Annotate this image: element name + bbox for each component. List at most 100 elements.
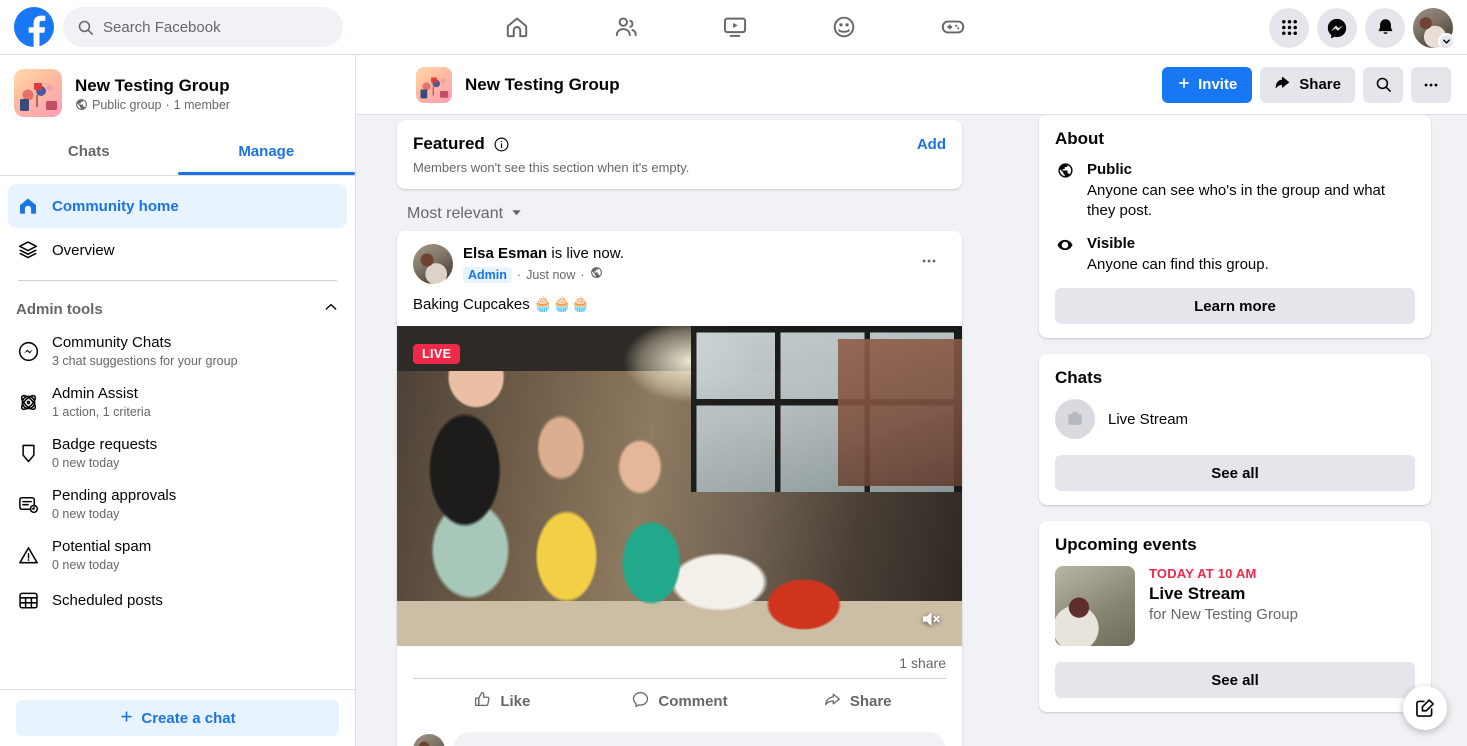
- topbar-nav: [462, 0, 1008, 54]
- invite-button[interactable]: Invite: [1162, 66, 1253, 103]
- calendar-grid-icon: [16, 588, 40, 612]
- admin-tools-label: Admin tools: [16, 301, 103, 318]
- sidebar-item-overview[interactable]: Overview: [8, 228, 347, 272]
- comment-avatar: [413, 734, 445, 746]
- sidebar-group-header[interactable]: New Testing Group Public group · 1 membe…: [0, 55, 355, 128]
- event-list-item[interactable]: TODAY AT 10 AM Live Stream for New Testi…: [1055, 566, 1415, 646]
- thumbs-up-icon: [473, 690, 492, 713]
- messenger-icon: [16, 340, 40, 364]
- share-arrow-icon: [1274, 74, 1291, 95]
- nav-gaming[interactable]: [899, 0, 1008, 54]
- sidebar-item-sub: 1 action, 1 criteria: [52, 405, 151, 419]
- events-title: Upcoming events: [1055, 535, 1197, 554]
- nav-marketplace[interactable]: [790, 0, 899, 54]
- sidebar-item-community-chats[interactable]: Community Chats 3 chat suggestions for y…: [8, 326, 347, 377]
- menu-grid-button[interactable]: [1269, 7, 1309, 48]
- group-more-button[interactable]: [1411, 66, 1451, 103]
- about-row-visible: Visible Anyone can find this group.: [1055, 234, 1415, 275]
- sidebar-item-badge-requests[interactable]: Badge requests 0 new today: [8, 428, 347, 479]
- approval-icon: [16, 493, 40, 517]
- notifications-button[interactable]: [1365, 7, 1405, 48]
- chat-list-item[interactable]: Live Stream: [1055, 399, 1415, 439]
- admin-badge: Admin: [463, 267, 512, 283]
- share-button[interactable]: Share: [1260, 66, 1355, 103]
- learn-more-button[interactable]: Learn more: [1055, 288, 1415, 324]
- compose-fab-button[interactable]: [1403, 686, 1447, 730]
- sidebar-item-label: Community Chats: [52, 334, 172, 351]
- ellipsis-icon: [922, 259, 936, 263]
- post-timestamp[interactable]: Just now: [526, 268, 575, 282]
- chat-placeholder-icon: [1055, 399, 1095, 439]
- featured-add-link[interactable]: Add: [917, 136, 946, 153]
- ellipsis-icon: [1424, 83, 1438, 86]
- gaming-icon: [942, 20, 965, 34]
- info-circle-icon[interactable]: [493, 136, 510, 153]
- featured-subtitle: Members won't see this section when it's…: [413, 160, 690, 175]
- event-group: for New Testing Group: [1149, 606, 1298, 623]
- sidebar-item-admin-assist[interactable]: Admin Assist 1 action, 1 criteria: [8, 377, 347, 428]
- friends-icon: [615, 17, 637, 37]
- nav-friends[interactable]: [571, 0, 680, 54]
- nav-video[interactable]: [680, 0, 789, 54]
- comment-bubble-icon: [631, 690, 650, 713]
- like-button[interactable]: Like: [413, 683, 591, 719]
- comment-input[interactable]: [453, 732, 946, 746]
- sidebar-item-text: Pending approvals 0 new today: [52, 486, 176, 523]
- sidebar-item-text: Admin Assist 1 action, 1 criteria: [52, 384, 151, 421]
- post-dot-1: ·: [516, 268, 522, 282]
- group-search-button[interactable]: [1363, 66, 1403, 103]
- post-body-text: Baking Cupcakes 🧁🧁🧁: [413, 296, 590, 313]
- create-chat-button[interactable]: Create a chat: [16, 700, 339, 736]
- sidebar-item-label: Badge requests: [52, 436, 158, 453]
- search-icon: [1376, 77, 1391, 92]
- nav-home[interactable]: [462, 0, 571, 54]
- sidebar-item-text: Community Chats 3 chat suggestions for y…: [52, 333, 238, 370]
- post-action-text: is live now.: [547, 245, 624, 262]
- feed-sorter[interactable]: Most relevant: [407, 205, 522, 223]
- post-more-button[interactable]: [912, 244, 946, 278]
- tab-chats[interactable]: Chats: [0, 128, 178, 175]
- sidebar-item-label: Pending approvals: [52, 487, 177, 504]
- group-header-actions: Invite Share: [1162, 66, 1451, 103]
- chats-title: Chats: [1055, 368, 1103, 387]
- search-input[interactable]: Search Facebook: [63, 7, 343, 47]
- facebook-logo-icon[interactable]: [14, 7, 54, 47]
- post-author-meta: Elsa Esman is live now. Admin · Just now…: [463, 244, 912, 284]
- event-name: Live Stream: [1149, 584, 1246, 603]
- right-rail: About Public Anyone can see who's in the…: [1003, 115, 1467, 746]
- about-heading: Public: [1087, 161, 1133, 178]
- post-author-avatar[interactable]: [413, 244, 453, 284]
- sidebar-tabs: Chats Manage: [0, 128, 355, 176]
- chats-see-all-button[interactable]: See all: [1055, 455, 1415, 491]
- sidebar-item-sub: 3 chat suggestions for your group: [52, 354, 238, 368]
- share-post-button[interactable]: Share: [768, 683, 946, 719]
- sidebar-item-pending-approvals[interactable]: Pending approvals 0 new today: [8, 479, 347, 530]
- group-meta: Public group · 1 member: [75, 98, 230, 112]
- post-dot-2: ·: [580, 268, 585, 282]
- sidebar-item-potential-spam[interactable]: Potential spam 0 new today: [8, 530, 347, 581]
- about-heading: Visible: [1087, 235, 1136, 252]
- post-video[interactable]: LIVE: [397, 326, 962, 646]
- messenger-button[interactable]: [1317, 7, 1357, 48]
- comment-button[interactable]: Comment: [591, 683, 769, 719]
- post-submeta: Admin · Just now ·: [463, 266, 912, 284]
- left-sidebar: New Testing Group Public group · 1 membe…: [0, 55, 356, 746]
- video-mute-button[interactable]: [916, 604, 946, 634]
- sidebar-item-label: Community home: [52, 197, 179, 215]
- tab-manage[interactable]: Manage: [177, 128, 356, 175]
- group-header-avatar[interactable]: [416, 66, 452, 103]
- sidebar-item-scheduled-posts[interactable]: Scheduled posts: [8, 581, 347, 619]
- post-action-row: Like Comment Share: [413, 678, 946, 723]
- events-see-all-button[interactable]: See all: [1055, 662, 1415, 698]
- sidebar-item-community-home[interactable]: Community home: [8, 184, 347, 228]
- account-avatar[interactable]: [1413, 7, 1455, 50]
- sidebar-item-label: Scheduled posts: [52, 591, 163, 609]
- badge-icon: [16, 442, 40, 466]
- video-icon: [723, 17, 747, 37]
- admin-tools-section-header[interactable]: Admin tools: [8, 289, 347, 326]
- home-icon: [16, 194, 40, 218]
- gear-atom-icon: [16, 391, 40, 415]
- post-author-name[interactable]: Elsa Esman: [463, 245, 547, 262]
- grid-icon: [1281, 20, 1297, 35]
- post-author-line: Elsa Esman is live now.: [463, 244, 912, 264]
